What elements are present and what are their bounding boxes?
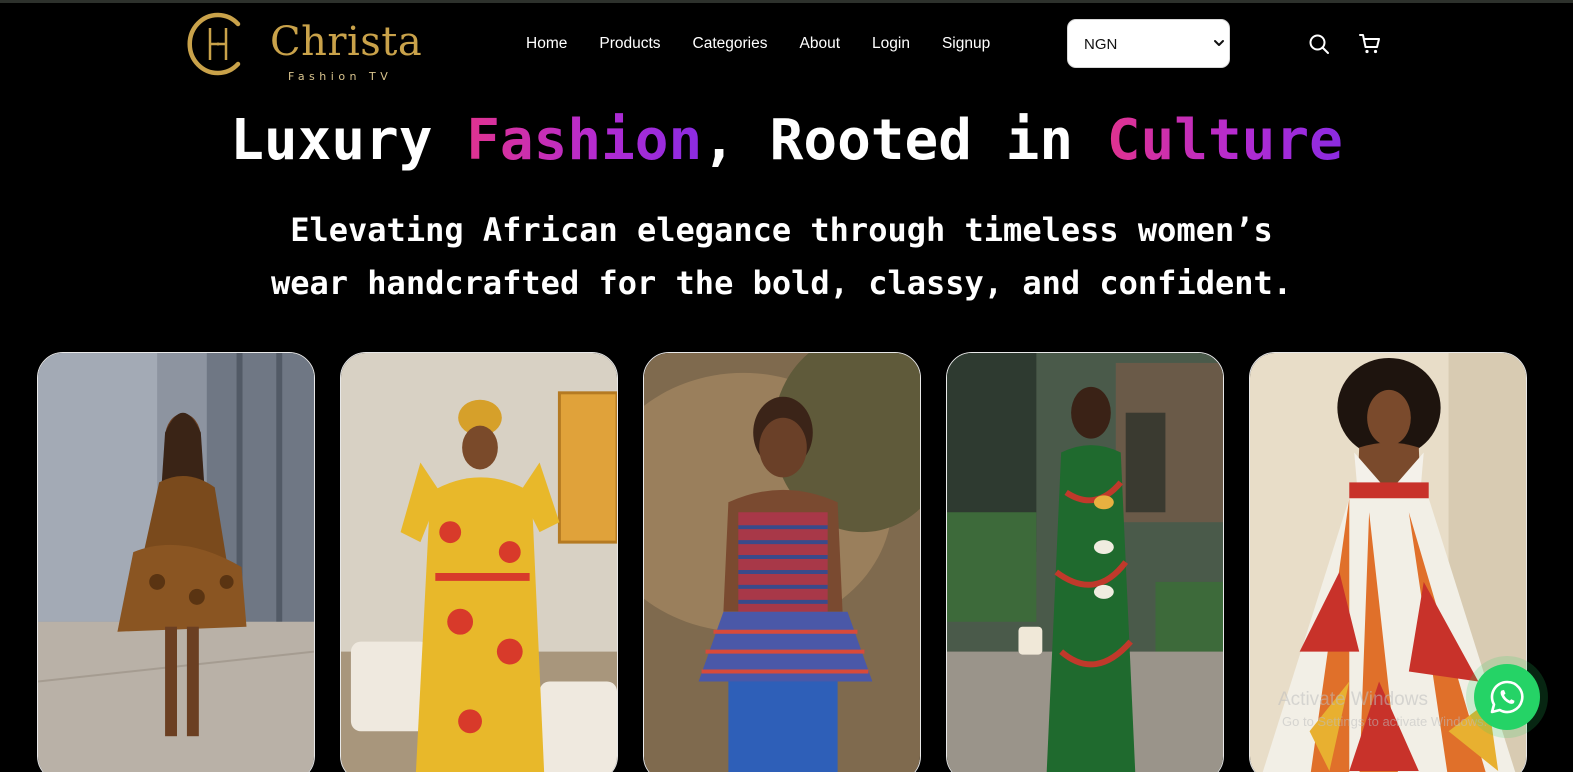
- nav-categories[interactable]: Categories: [693, 34, 768, 56]
- model-photo-1: [38, 353, 314, 772]
- hero-title-part2: , Rooted in: [702, 108, 1107, 173]
- model-photo-3: [644, 353, 920, 772]
- whatsapp-chat-button[interactable]: [1474, 664, 1540, 730]
- whatsapp-icon: [1490, 680, 1524, 714]
- nav-about[interactable]: About: [800, 34, 841, 56]
- cart-icon[interactable]: [1358, 32, 1382, 56]
- gallery-card-2[interactable]: [340, 352, 618, 772]
- brand-logo[interactable]: Christa Fashion TV: [186, 10, 436, 83]
- gallery-card-3[interactable]: [643, 352, 921, 772]
- hero-title-highlight-culture: Culture: [1106, 108, 1343, 173]
- hero-subtitle-line1: Elevating African elegance through timel…: [290, 211, 1273, 249]
- search-icon[interactable]: [1307, 32, 1331, 56]
- gallery-card-4[interactable]: [946, 352, 1224, 772]
- currency-select[interactable]: NGN: [1067, 19, 1230, 68]
- nav-home[interactable]: Home: [526, 34, 567, 56]
- logo-monogram-icon: [187, 12, 241, 76]
- chevron-down-icon: [1214, 40, 1224, 46]
- hero-subtitle-line2: wear handcrafted for the bold, classy, a…: [270, 264, 1293, 302]
- hero-subtitle: Elevating African elegance through timel…: [230, 204, 1333, 310]
- brand-name: Christa: [270, 19, 423, 65]
- currency-selected-value: NGN: [1084, 36, 1118, 53]
- nav-signup[interactable]: Signup: [942, 34, 990, 56]
- nav-products[interactable]: Products: [599, 34, 660, 56]
- hero-title-highlight-fashion: Fashion: [466, 108, 703, 173]
- main-nav: Home Products Categories About Login Sig…: [526, 34, 990, 56]
- gallery-card-1[interactable]: [37, 352, 315, 772]
- window-top-border: [0, 0, 1573, 3]
- model-photo-2: [341, 353, 617, 772]
- hero-title-part1: Luxury: [230, 108, 467, 173]
- nav-login[interactable]: Login: [872, 34, 910, 56]
- brand-tagline: Fashion TV: [288, 70, 393, 83]
- model-photo-4: [947, 353, 1223, 772]
- hero-title: Luxury Fashion, Rooted in Culture: [0, 107, 1573, 175]
